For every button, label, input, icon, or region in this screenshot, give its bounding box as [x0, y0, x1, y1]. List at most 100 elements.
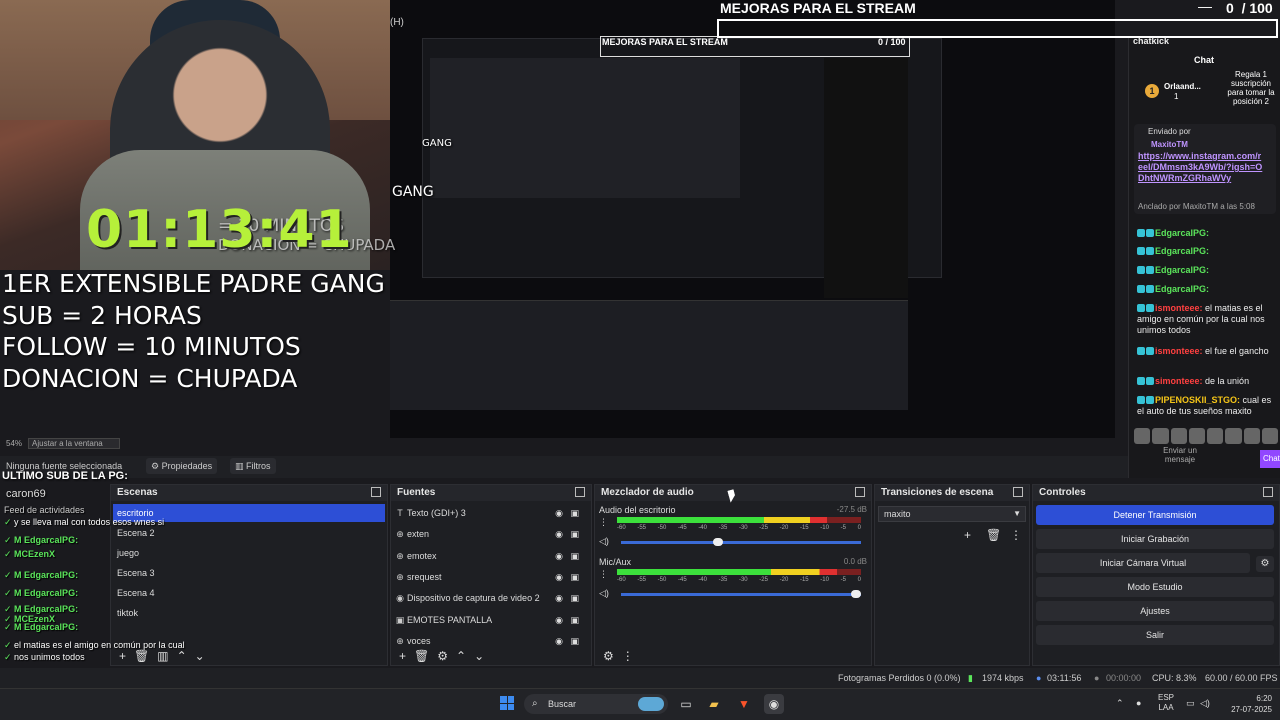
- lock-icon[interactable]: ▣: [570, 611, 579, 629]
- add-icon[interactable]: +: [399, 649, 406, 663]
- lock-icon[interactable]: ▣: [570, 568, 579, 586]
- tray-app-icon[interactable]: ●: [1136, 698, 1141, 708]
- fps: 60.00 / 60.00 FPS: [1205, 673, 1278, 683]
- gear-icon[interactable]: ⚙: [1256, 556, 1274, 572]
- scene-item[interactable]: Escena 3: [113, 564, 385, 582]
- cpu-usage: CPU: 8.3%: [1152, 673, 1197, 683]
- add-icon[interactable]: +: [119, 649, 126, 663]
- scene-item[interactable]: Escena 4: [113, 584, 385, 602]
- kebab-icon[interactable]: ⋮: [599, 569, 608, 580]
- network-icon[interactable]: ▭: [1186, 698, 1195, 709]
- popout-icon[interactable]: [1013, 487, 1023, 497]
- pinned-link[interactable]: https://www.instagram.com/reel/DMmsm3kA9…: [1138, 151, 1266, 184]
- scale-tick: -5: [840, 577, 846, 583]
- popout-icon[interactable]: [575, 487, 585, 497]
- clock[interactable]: 6:20 27-07-2025: [1224, 693, 1272, 715]
- volume-knob[interactable]: [851, 590, 861, 598]
- chat-username[interactable]: EdgarcalPG:: [1155, 265, 1209, 275]
- eye-icon[interactable]: ◉: [555, 547, 563, 565]
- volume-icon[interactable]: ◁): [1200, 698, 1210, 709]
- check-icon: ✓: [4, 622, 15, 632]
- chat-username[interactable]: simonteee:: [1155, 376, 1203, 386]
- overlay-chat-user: M EdgarcalPG:: [14, 535, 79, 545]
- overlay-chat-line: ✓ M EdgarcalPG:: [4, 588, 78, 599]
- eye-icon[interactable]: ◉: [555, 504, 563, 522]
- windows-start-icon[interactable]: [500, 696, 514, 710]
- zoom-mode-select[interactable]: Ajustar a la ventana: [28, 438, 120, 449]
- chat-username[interactable]: EdgarcalPG:: [1155, 228, 1209, 238]
- task-view-icon[interactable]: ▭: [676, 694, 696, 714]
- gear-icon[interactable]: ⚙: [603, 649, 614, 663]
- source-item[interactable]: ◉ Dispositivo de captura de video 2 ◉ ▣: [395, 589, 581, 607]
- trash-icon[interactable]: 🗑: [414, 649, 429, 663]
- source-item[interactable]: ⊕ emotex ◉ ▣: [395, 547, 581, 565]
- scene-item[interactable]: juego: [113, 544, 385, 562]
- start-recording-button[interactable]: Iniciar Grabación: [1036, 529, 1274, 549]
- popout-icon[interactable]: [855, 487, 865, 497]
- trash-icon[interactable]: 🗑: [986, 528, 1001, 542]
- arrow-up-icon[interactable]: ⌃: [456, 649, 466, 663]
- settings-button[interactable]: Ajustes: [1036, 601, 1274, 621]
- popout-icon[interactable]: [1263, 487, 1273, 497]
- lock-icon[interactable]: ▣: [570, 589, 579, 607]
- brave-browser-icon[interactable]: ▼: [734, 694, 754, 714]
- eye-icon[interactable]: ◉: [555, 589, 563, 607]
- gear-icon[interactable]: ⚙: [437, 649, 448, 663]
- source-item[interactable]: ⊕ srequest ◉ ▣: [395, 568, 581, 586]
- mixer-track-name: Mic/Aux: [599, 557, 632, 567]
- kebab-icon[interactable]: ⋮: [1010, 528, 1022, 542]
- stop-stream-button[interactable]: Detener Transmisión: [1036, 505, 1274, 525]
- chat-username[interactable]: EdgarcalPG:: [1155, 246, 1209, 256]
- eye-icon[interactable]: ◉: [555, 568, 563, 586]
- chevron-up-icon[interactable]: ⌃: [1116, 698, 1124, 709]
- lock-icon[interactable]: ▣: [570, 504, 579, 522]
- chat-username[interactable]: PIPENOSKII_STGO:: [1155, 395, 1240, 405]
- eye-icon[interactable]: ◉: [555, 525, 563, 543]
- language-indicator[interactable]: ESP LAA: [1158, 693, 1174, 713]
- add-icon[interactable]: +: [964, 528, 971, 542]
- source-item[interactable]: T Texto (GDI+) 3 ◉ ▣: [395, 504, 581, 522]
- trash-icon[interactable]: 🗑: [134, 649, 149, 663]
- eye-icon[interactable]: ◉: [555, 611, 563, 629]
- chat-username[interactable]: ismonteee:: [1155, 303, 1203, 313]
- obs-icon[interactable]: ◉: [764, 694, 784, 714]
- source-item[interactable]: ⊕ exten ◉ ▣: [395, 525, 581, 543]
- volume-knob[interactable]: [713, 538, 723, 546]
- chat-username[interactable]: EdgarcalPG:: [1155, 284, 1209, 294]
- chat-input[interactable]: Enviar un mensaje: [1160, 446, 1200, 464]
- emote-row[interactable]: [1134, 428, 1278, 444]
- source-type-icon: ⊕: [396, 529, 404, 540]
- transition-select[interactable]: maxito ▼: [878, 506, 1026, 522]
- arrow-up-icon[interactable]: ⌃: [177, 649, 187, 663]
- taskbar-search[interactable]: ⌕ Buscar: [524, 694, 668, 714]
- speaker-icon[interactable]: ◁): [599, 588, 609, 599]
- lock-icon[interactable]: ▣: [570, 547, 579, 565]
- lock-icon[interactable]: ▣: [570, 525, 579, 543]
- preview-canvas[interactable]: [390, 0, 1115, 438]
- filter-icon[interactable]: ▥: [157, 649, 168, 663]
- goal-total: / 100: [1241, 0, 1273, 16]
- scene-item[interactable]: tiktok: [113, 604, 385, 622]
- popout-icon[interactable]: [371, 487, 381, 497]
- speaker-icon[interactable]: ◁): [599, 536, 609, 547]
- arrow-down-icon[interactable]: ⌄: [195, 649, 205, 663]
- arrow-down-icon[interactable]: ⌄: [474, 649, 484, 663]
- frames-lost: Fotogramas Perdidos 0 (0.0%): [838, 673, 961, 683]
- exit-button[interactable]: Salir: [1036, 625, 1274, 645]
- source-item[interactable]: ▣ EMOTES PANTALLA ◉ ▣: [395, 611, 581, 629]
- chat-send-button[interactable]: Chat: [1260, 450, 1280, 468]
- kebab-icon[interactable]: ⋮: [622, 649, 634, 663]
- studio-mode-button[interactable]: Modo Estudio: [1036, 577, 1274, 597]
- goal-current: 0: [1226, 0, 1234, 16]
- overlay-chat-line: ✓ nos unimos todos: [4, 652, 85, 663]
- properties-label: Propiedades: [161, 461, 213, 471]
- stream-time: 03:11:56: [1047, 673, 1082, 683]
- properties-button[interactable]: ⚙ Propiedades: [146, 458, 218, 474]
- start-virtual-camera-button[interactable]: Iniciar Cámara Virtual: [1036, 553, 1250, 573]
- volume-slider[interactable]: [621, 538, 861, 546]
- filters-button[interactable]: ▥ Filtros: [230, 458, 276, 474]
- chat-username[interactable]: ismonteee:: [1155, 346, 1203, 356]
- volume-slider[interactable]: [621, 590, 861, 598]
- folder-icon[interactable]: ▰: [704, 694, 724, 714]
- kebab-icon[interactable]: ⋮: [599, 517, 608, 528]
